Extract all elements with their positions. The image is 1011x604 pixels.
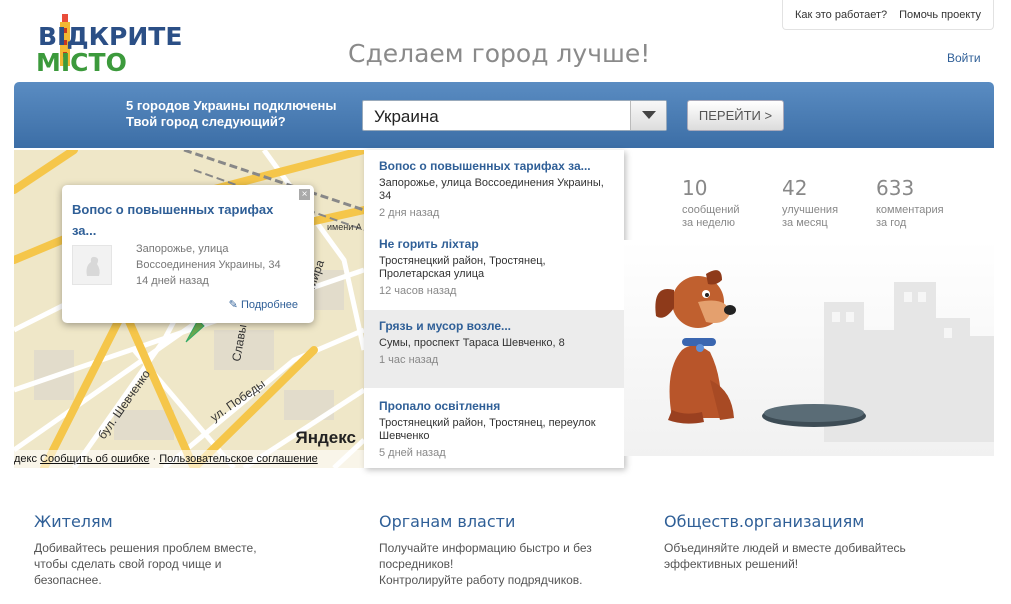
stat-label: улучшения за месяц — [782, 204, 839, 229]
map-footer-prefix: декс — [14, 453, 37, 465]
map[interactable]: ул. Победы бул. Шевченко Славы имени А М… — [14, 150, 364, 468]
column-heading[interactable]: Органам власти — [379, 512, 659, 531]
pencil-icon: ✎ — [228, 299, 238, 311]
top-links: Как это работает? Помочь проекту — [782, 0, 994, 30]
issue-title: Вопос о повышенных тарифах за... — [379, 159, 591, 173]
stat-label: сообщений за неделю — [682, 204, 740, 229]
go-button[interactable]: ПЕРЕЙТИ > — [687, 100, 784, 131]
popup-address: Запорожье, улица Воссоединения Украины, … — [136, 243, 281, 271]
issue-time: 1 час назад — [379, 354, 439, 366]
stat-messages: 10 сообщений за неделю — [682, 176, 740, 230]
list-item[interactable]: Пропало освітлення Тростянецкий район, Т… — [364, 390, 624, 468]
column-text: Объединяйте людей и вместе добивайтесь эф… — [664, 541, 906, 571]
help-project-link[interactable]: Помочь проекту — [899, 9, 981, 21]
issue-address: Тростянецкий район, Тростянец, Пролетарс… — [379, 255, 546, 280]
map-footer-sep: · — [152, 453, 157, 465]
list-item[interactable]: Не горить ліхтар Тростянецкий район, Тро… — [364, 228, 624, 308]
close-icon[interactable]: × — [299, 189, 310, 200]
column-text: Получайте информацию быстро и без посредн… — [379, 541, 592, 587]
issue-time: 12 часов назад — [379, 285, 457, 297]
issue-address: Сумы, проспект Тараса Шевченко, 8 — [379, 337, 565, 349]
issue-address: Запорожье, улица Воссоединения Украины, … — [379, 177, 604, 202]
stat-number: 42 — [782, 176, 808, 200]
stat-number: 10 — [682, 176, 708, 200]
popup-time: 14 дней назад — [136, 275, 209, 287]
issue-address: Тростянецкий район, Тростянец, переулок … — [379, 417, 596, 442]
column-residents: Жителям Добивайтесь решения проблем вмес… — [34, 512, 314, 588]
bar-info-line-2: Твой город следующий? — [126, 114, 286, 129]
column-text: Добивайтесь решения проблем вместе, чтобы… — [34, 541, 257, 587]
logo-line-1: ВІДКРИТЕ — [38, 22, 183, 51]
popup-more-link[interactable]: ✎ Подробнее — [229, 298, 298, 311]
map-footer: декс Сообщить об ошибке · Пользовательск… — [14, 450, 364, 468]
issue-title: Пропало освітлення — [379, 399, 501, 413]
dog-illustration — [624, 240, 994, 456]
city-select-bar: 5 городов Украины подключены Твой город … — [14, 82, 994, 148]
stat-label: комментария за год — [876, 204, 944, 229]
stat-improvements: 42 улучшения за месяц — [782, 176, 838, 230]
issues-list: Вопос о повышенных тарифах за... Запорож… — [364, 150, 624, 468]
list-item[interactable]: Грязь и мусор возле... Сумы, проспект Та… — [364, 310, 624, 388]
column-heading[interactable]: Обществ.организациям — [664, 512, 944, 531]
street-label-imeni: имени А — [327, 222, 362, 232]
city-select-value: Украина — [374, 107, 439, 126]
login-link[interactable]: Войти — [947, 51, 981, 65]
column-heading[interactable]: Жителям — [34, 512, 314, 531]
issue-time: 2 дня назад — [379, 207, 440, 219]
dog-thumbnail-icon — [72, 245, 112, 285]
slogan: Сделаем город лучше! — [348, 39, 651, 68]
bar-info: 5 городов Украины подключены Твой город … — [126, 98, 337, 130]
bar-info-line-1: 5 городов Украины подключены — [126, 98, 337, 113]
city-select[interactable]: Украина — [362, 100, 667, 131]
report-error-link[interactable]: Сообщить об ошибке — [40, 453, 149, 465]
how-it-works-link[interactable]: Как это работает? — [795, 9, 887, 21]
issue-title: Грязь и мусор возле... — [379, 319, 512, 333]
popup-title[interactable]: Вопос о повышенных тарифах за... — [72, 199, 292, 241]
stat-number: 633 — [876, 176, 915, 200]
popup-more-label: Подробнее — [240, 299, 298, 311]
dropdown-button[interactable] — [630, 101, 666, 130]
map-popup: × Вопос о повышенных тарифах за... Запор… — [62, 185, 314, 323]
logo[interactable]: ВІДКРИТЕ МІСТО — [34, 14, 182, 77]
user-agreement-link[interactable]: Пользовательское соглашение — [159, 453, 317, 465]
issue-title: Не горить ліхтар — [379, 237, 479, 251]
chevron-down-icon — [642, 111, 656, 119]
stat-comments: 633 комментария за год — [876, 176, 944, 230]
column-authorities: Органам власти Получайте информацию быст… — [379, 512, 659, 588]
issue-time: 5 дней назад — [379, 447, 446, 459]
yandex-logo: Яндекс — [295, 428, 356, 447]
column-organizations: Обществ.организациям Объединяйте людей и… — [664, 512, 944, 572]
logo-line-2: МІСТО — [36, 48, 127, 77]
list-item[interactable]: Вопос о повышенных тарифах за... Запорож… — [364, 150, 624, 228]
